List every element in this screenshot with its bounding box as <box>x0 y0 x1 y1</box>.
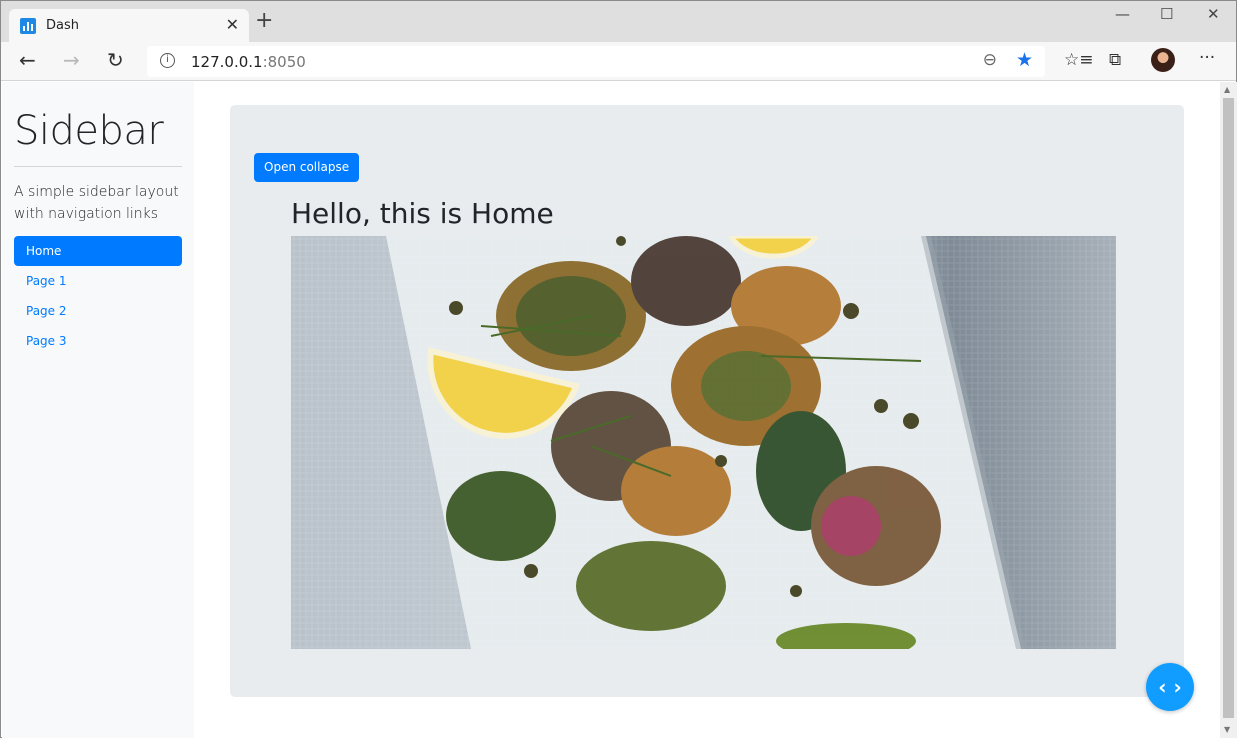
page-viewport: Sidebar A simple sidebar layout with nav… <box>2 82 1220 738</box>
maximize-button[interactable]: ☐ <box>1160 5 1173 23</box>
back-button[interactable]: ← <box>19 48 36 72</box>
scroll-up-icon[interactable]: ▲ <box>1224 85 1230 94</box>
scroll-down-icon[interactable]: ▼ <box>1224 725 1230 734</box>
sidebar-item-page-1[interactable]: Page 1 <box>14 266 182 296</box>
tab-close-icon[interactable]: ✕ <box>226 15 239 34</box>
content-jumbotron: Open collapse Hello, this is Home <box>230 105 1184 697</box>
sidebar-item-page-2[interactable]: Page 2 <box>14 296 182 326</box>
forward-button[interactable]: → <box>63 48 80 72</box>
tab-dash[interactable]: Dash ✕ <box>9 9 249 42</box>
url-port: :8050 <box>262 53 306 71</box>
sidebar-divider <box>14 166 182 167</box>
tab-strip: Dash ✕ + — ☐ ✕ <box>1 1 1236 42</box>
refresh-button[interactable]: ↻ <box>107 48 124 72</box>
favorite-star-icon[interactable]: ★ <box>1016 49 1033 71</box>
site-info-icon[interactable]: i <box>160 53 175 68</box>
profile-avatar[interactable] <box>1151 48 1175 72</box>
dash-debug-menu-button[interactable]: ‹ › <box>1146 663 1194 711</box>
sidebar-title: Sidebar <box>14 108 164 154</box>
url-text[interactable]: 127.0.0.1:8050 <box>191 53 306 71</box>
open-collapse-button[interactable]: Open collapse <box>254 153 360 182</box>
sidebar-item-page-3[interactable]: Page 3 <box>14 326 182 356</box>
sidebar: Sidebar A simple sidebar layout with nav… <box>2 82 194 738</box>
food-photo-image <box>291 236 1116 649</box>
sidebar-lead: A simple sidebar layout with navigation … <box>14 184 179 222</box>
tab-title: Dash <box>46 18 79 33</box>
close-window-button[interactable]: ✕ <box>1207 5 1220 23</box>
dash-favicon-icon <box>20 18 36 34</box>
sidebar-item-home[interactable]: Home <box>14 236 182 266</box>
url-host: 127.0.0.1 <box>191 53 263 71</box>
new-tab-button[interactable]: + <box>255 10 273 32</box>
favorites-list-icon[interactable]: ☆≡ <box>1064 50 1093 70</box>
collections-icon[interactable]: ⧉ <box>1109 50 1121 70</box>
zoom-icon[interactable]: ⊖ <box>983 50 997 70</box>
address-bar[interactable]: i 127.0.0.1:8050 ⊖ ★ <box>147 46 1045 77</box>
more-menu-icon[interactable]: ··· <box>1199 48 1215 68</box>
browser-window: Dash ✕ + — ☐ ✕ ← → ↻ i 127.0.0.1:8050 ⊖ … <box>0 0 1237 738</box>
page-scrollbar[interactable]: ▲ ▼ <box>1220 82 1237 738</box>
browser-toolbar: ← → ↻ i 127.0.0.1:8050 ⊖ ★ ☆≡ ⧉ ··· <box>1 42 1236 81</box>
page-heading: Hello, this is Home <box>291 197 554 230</box>
scroll-thumb[interactable] <box>1223 98 1234 718</box>
minimize-button[interactable]: — <box>1115 5 1130 23</box>
